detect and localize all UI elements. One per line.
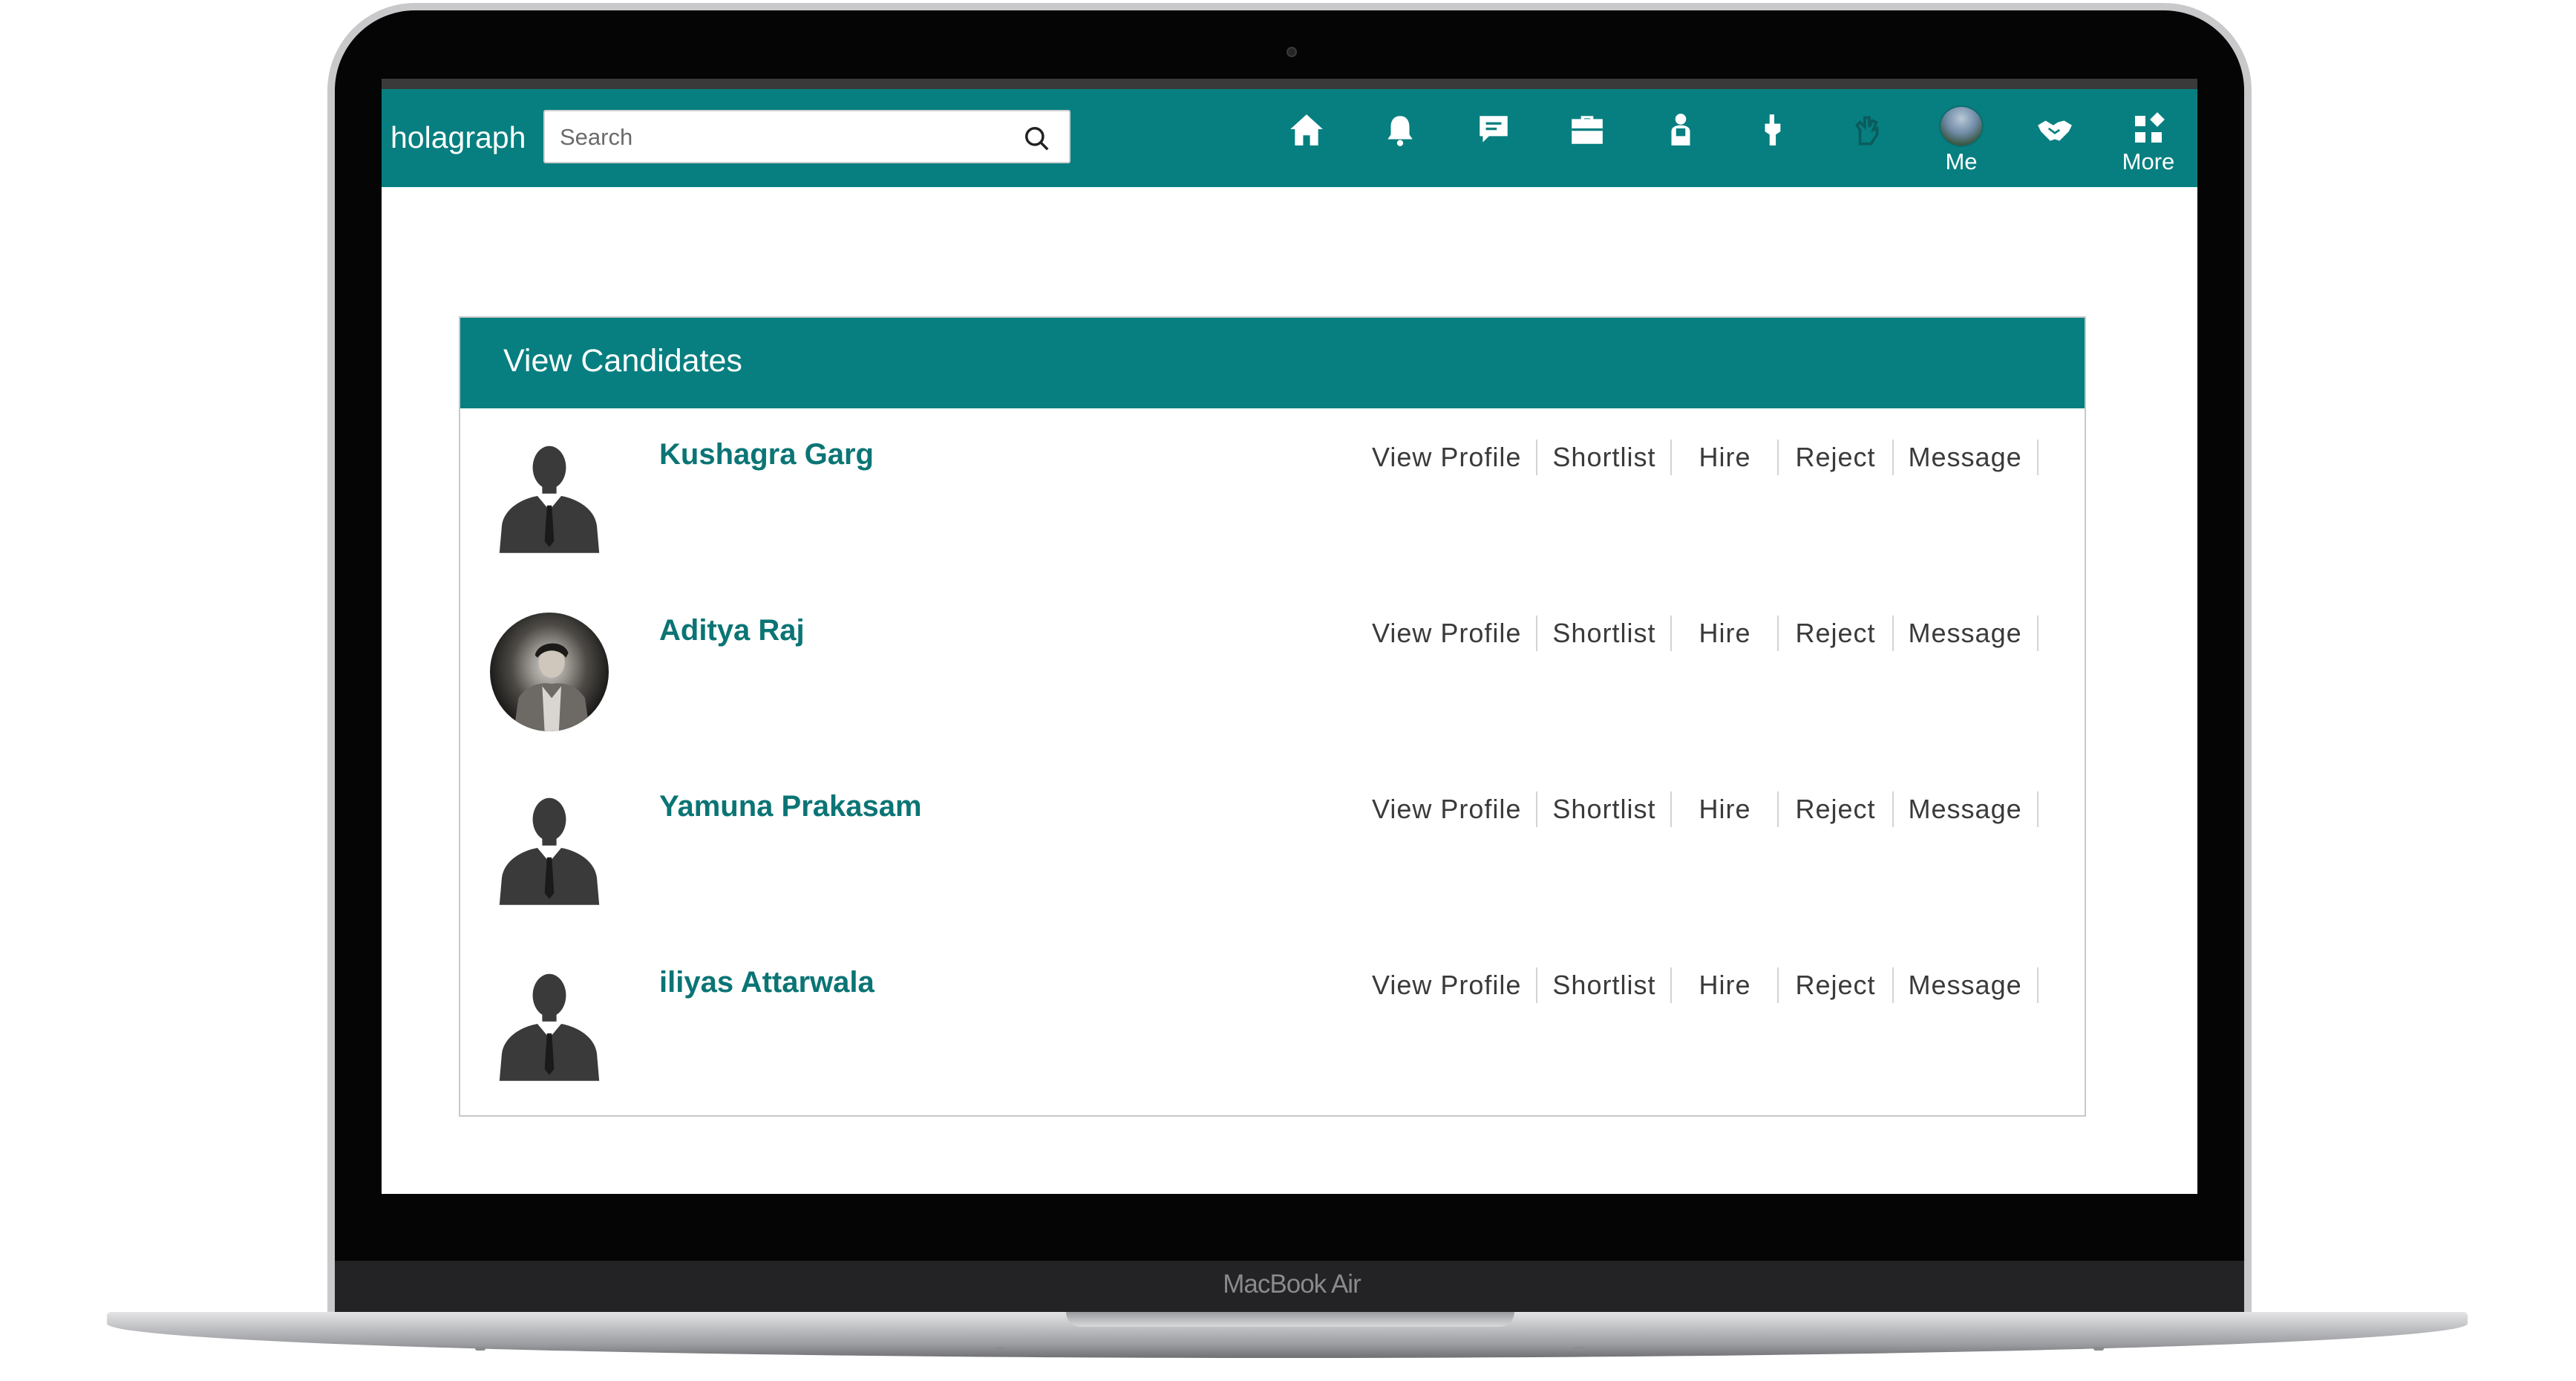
candidate-name[interactable]: iliyas Attarwala (659, 966, 875, 999)
shortlist-link[interactable]: Shortlist (1537, 791, 1673, 827)
laptop-foot (475, 1347, 486, 1351)
candidate-row: iliyas Attarwala View Profile Shortlist … (460, 936, 2085, 1112)
grid-icon (2135, 112, 2165, 143)
hire-link[interactable]: Hire (1672, 967, 1779, 1003)
nav-home[interactable] (1269, 101, 1344, 175)
search-input[interactable] (560, 122, 990, 153)
browser-stripe (382, 79, 2197, 89)
app-logo[interactable]: holagraph (390, 120, 526, 155)
message-link[interactable]: Message (1894, 791, 2039, 827)
search-icon[interactable] (1023, 125, 1051, 153)
candidate-name[interactable]: Yamuna Prakasam (659, 790, 922, 823)
handshake-icon (2038, 120, 2072, 141)
hire-link[interactable]: Hire (1672, 791, 1779, 827)
nav-endorse[interactable] (1737, 101, 1811, 175)
reject-link[interactable]: Reject (1779, 967, 1894, 1003)
candidate-avatar[interactable] (490, 789, 609, 907)
nav-volunteer[interactable] (1831, 101, 1905, 175)
top-navbar: holagraph Search Me More (382, 79, 2197, 187)
page-title: View Candidates (503, 343, 742, 379)
shortlist-link[interactable]: Shortlist (1537, 967, 1673, 1003)
nav-messages[interactable] (1457, 101, 1531, 175)
candidate-name[interactable]: Aditya Raj (659, 614, 805, 647)
mentor-icon (1671, 114, 1690, 146)
nav-me-label: Me (1945, 148, 1978, 174)
view-profile-link[interactable]: View Profile (1357, 791, 1538, 827)
nav-more[interactable]: More (2111, 101, 2186, 175)
shortlist-link[interactable]: Shortlist (1537, 440, 1673, 475)
candidate-actions: View Profile Shortlist Hire Reject Messa… (1357, 791, 2039, 827)
person-silhouette-icon (499, 445, 600, 553)
laptop-foot (1574, 1347, 1584, 1351)
home-icon (1290, 114, 1323, 146)
message-link[interactable]: Message (1894, 440, 2039, 475)
message-link[interactable]: Message (1894, 967, 2039, 1003)
avatar (1939, 105, 1984, 147)
hire-link[interactable]: Hire (1672, 440, 1779, 475)
candidate-actions: View Profile Shortlist Hire Reject Messa… (1357, 616, 2039, 651)
hire-link[interactable]: Hire (1672, 616, 1779, 651)
chat-icon (1480, 116, 1508, 143)
candidate-avatar[interactable] (490, 964, 609, 1083)
card-header: View Candidates (460, 318, 2085, 408)
person-silhouette-icon (499, 797, 600, 905)
candidate-photo (514, 643, 590, 731)
shortlist-link[interactable]: Shortlist (1537, 616, 1673, 651)
view-profile-link[interactable]: View Profile (1357, 440, 1538, 475)
reject-link[interactable]: Reject (1779, 791, 1894, 827)
laptop-notch (1066, 1312, 1514, 1327)
briefcase-icon (1572, 116, 1603, 144)
candidate-row: Kushagra Garg View Profile Shortlist Hir… (460, 408, 2085, 584)
thumbs-icon (1765, 114, 1781, 146)
candidate-avatar[interactable] (490, 613, 609, 731)
search-box[interactable] (543, 110, 1070, 163)
nav-jobs[interactable] (1550, 101, 1624, 175)
candidate-row: Aditya Raj View Profile Shortlist Hire R… (460, 584, 2085, 760)
reject-link[interactable]: Reject (1779, 616, 1894, 651)
device-label: MacBook Air (1223, 1270, 1361, 1299)
candidate-name[interactable]: Kushagra Garg (659, 438, 874, 471)
person-silhouette-icon (499, 973, 600, 1081)
laptop-foot (2093, 1347, 2104, 1351)
nav-me[interactable]: Me (1924, 101, 1998, 175)
candidates-card: View Candidates Kushagra Garg View Profi… (459, 316, 2086, 1117)
laptop-foot (995, 1347, 1005, 1351)
screen: holagraph Search Me More View Candidates… (382, 79, 2197, 1194)
candidate-actions: View Profile Shortlist Hire Reject Messa… (1357, 967, 2039, 1003)
candidate-row: Yamuna Prakasam View Profile Shortlist H… (460, 760, 2085, 936)
reject-link[interactable]: Reject (1779, 440, 1894, 475)
view-profile-link[interactable]: View Profile (1357, 967, 1538, 1003)
nav-notifications[interactable] (1363, 101, 1437, 175)
candidate-avatar[interactable] (490, 437, 609, 555)
hand-icon (1855, 116, 1879, 146)
nav-connections[interactable] (2018, 101, 2092, 175)
bell-icon (1387, 116, 1413, 146)
nav-more-label: More (2122, 148, 2175, 174)
camera (1287, 47, 1297, 57)
nav-mentor[interactable] (1644, 101, 1718, 175)
message-link[interactable]: Message (1894, 616, 2039, 651)
candidate-actions: View Profile Shortlist Hire Reject Messa… (1357, 440, 2039, 475)
view-profile-link[interactable]: View Profile (1357, 616, 1538, 651)
